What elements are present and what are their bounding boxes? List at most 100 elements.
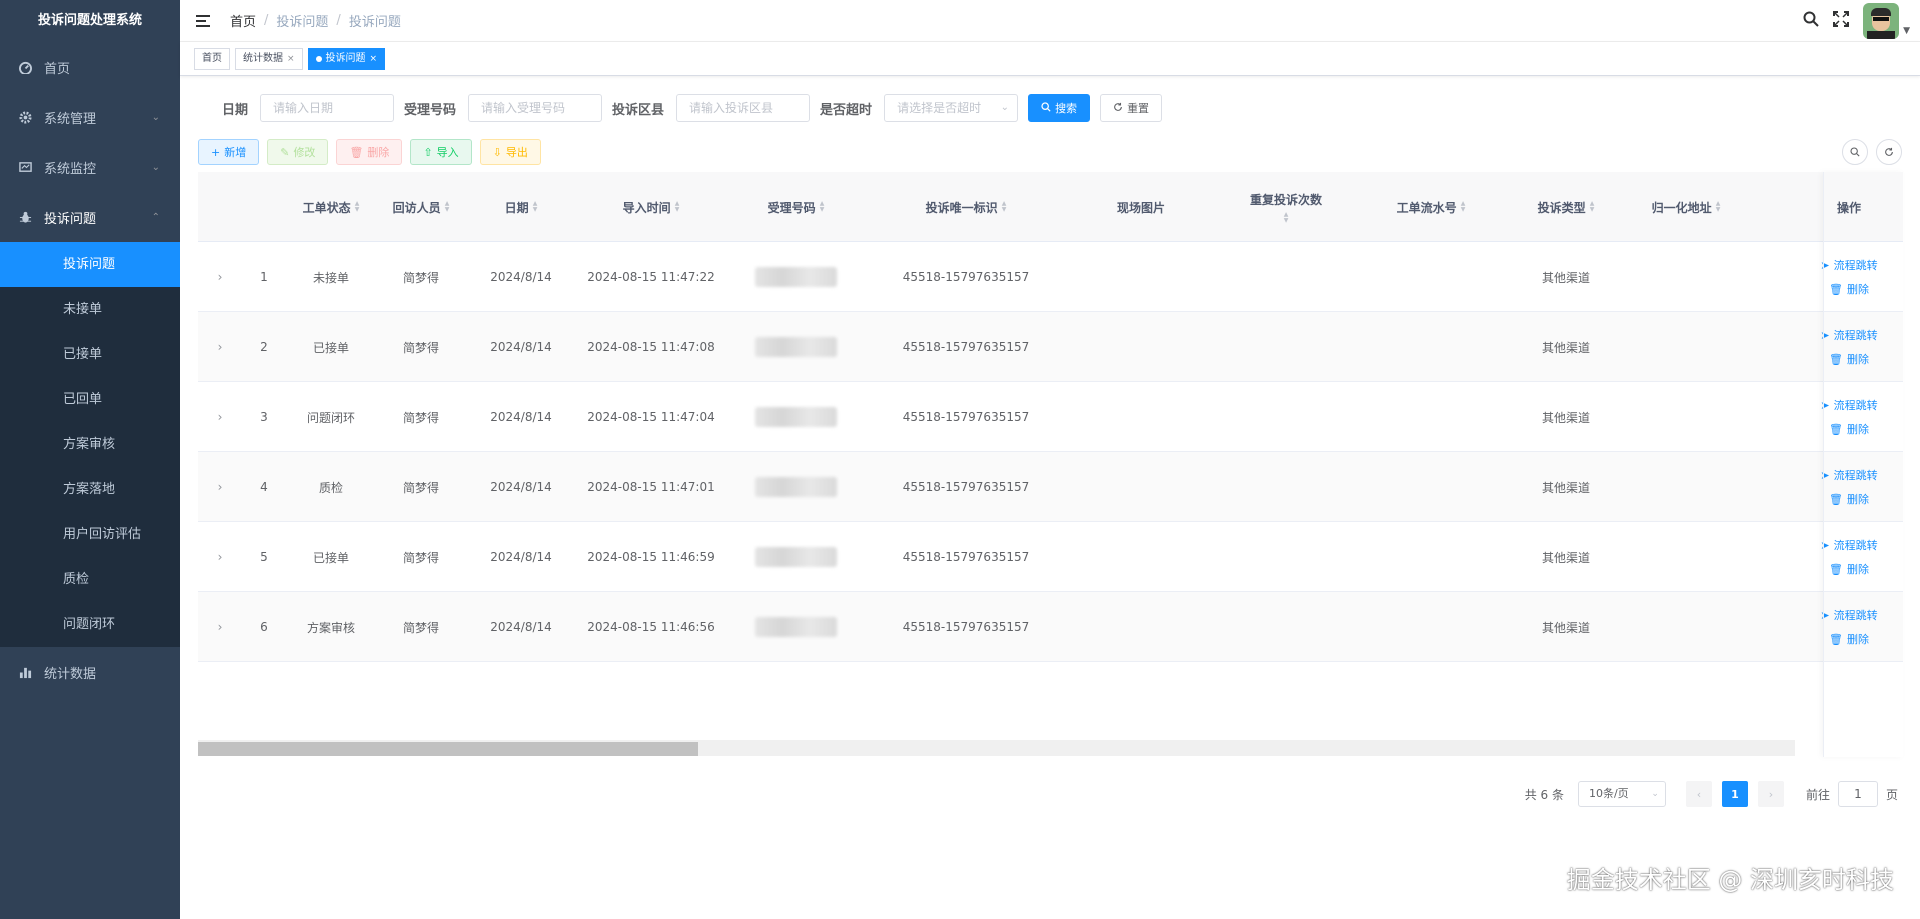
sort-icon: ▲ ▼	[674, 200, 680, 213]
goto-page: 前往 1 页	[1806, 781, 1898, 807]
sidebar-sub-complaints[interactable]: 投诉问题	[0, 242, 180, 287]
goto-label: 前往	[1805, 787, 1830, 802]
prev-page-button[interactable]: ‹	[1685, 781, 1712, 807]
upload-icon: ⇧	[423, 145, 433, 159]
accept-number-input[interactable]: 请输入受理号码	[468, 94, 603, 122]
close-icon[interactable]: ×	[370, 49, 378, 69]
cell-accept-number-redacted	[726, 592, 866, 662]
sidebar-sub-not-accepted[interactable]: 未接单	[0, 287, 180, 332]
cell-type: 其他渠道	[1541, 410, 1590, 425]
sidebar-item-complaints[interactable]: 投诉问题 ⌃	[0, 192, 180, 242]
sort-icon: ▲ ▼	[444, 200, 450, 213]
expand-row-icon[interactable]: ›	[198, 382, 242, 452]
sidebar-sub-user-revisit[interactable]: 用户回访评估	[0, 512, 180, 557]
cell-unique-id: 45518-15797635157	[902, 270, 1030, 284]
cell-visitor: 简梦得	[402, 620, 439, 635]
close-icon[interactable]: ×	[287, 49, 295, 69]
edit-button-label: 修改	[293, 146, 316, 159]
header-actions: ▼	[1803, 0, 1910, 42]
chevron-down-icon: ⌄	[1000, 102, 1010, 113]
th-unique-id[interactable]: 投诉唯一标识 ▲ ▼	[866, 172, 1066, 242]
page-size-select[interactable]: 10条/页 ⌄	[1577, 781, 1666, 807]
tag-complaints[interactable]: 投诉问题 ×	[307, 47, 386, 70]
breadcrumb-home[interactable]: 首页	[230, 11, 256, 30]
sidebar-sub-accepted[interactable]: 已接单	[0, 332, 180, 377]
next-page-button[interactable]: ›	[1757, 781, 1784, 807]
fullscreen-icon[interactable]	[1833, 11, 1850, 31]
search-icon[interactable]	[1803, 11, 1819, 31]
chevron-down-icon: ⌄	[151, 161, 160, 173]
cell-import-time: 2024-08-15 11:47:08	[587, 340, 715, 354]
scrollbar-thumb[interactable]	[198, 742, 698, 756]
page-button[interactable]: 1	[1721, 781, 1748, 807]
table-row[interactable]: › 6 方案审核 简梦得 2024/8/14 2024-08-15 11:46:56 455…	[198, 592, 1903, 662]
sidebar-item-home[interactable]: 首页	[0, 42, 180, 92]
chevron-left-icon: ‹	[1696, 787, 1702, 801]
th-flow-number[interactable]: 工单流水号 ▲ ▼	[1356, 172, 1506, 242]
district-input[interactable]: 请输入投诉区县	[676, 94, 811, 122]
date-input[interactable]: 请输入日期	[260, 94, 395, 122]
expand-row-icon[interactable]: ›	[198, 522, 242, 592]
expand-row-icon[interactable]: ›	[198, 452, 242, 522]
reset-button[interactable]: 重置	[1100, 94, 1163, 122]
tag-statistics[interactable]: 统计数据 ×	[235, 47, 303, 70]
expand-row-icon[interactable]: ›	[198, 242, 242, 312]
table-row[interactable]: › 5 已接单 简梦得 2024/8/14 2024-08-15 11:46:59 4551…	[198, 522, 1903, 592]
cell-type: 其他渠道	[1541, 270, 1590, 285]
sidebar-item-statistics[interactable]: 统计数据	[0, 647, 180, 697]
caret-down-icon[interactable]: ▼	[1903, 26, 1910, 36]
add-button[interactable]: + 新增	[198, 139, 260, 165]
refresh-table-button[interactable]	[1876, 139, 1902, 165]
cell-import-time: 2024-08-15 11:47:04	[587, 410, 715, 424]
sidebar-sub-replied[interactable]: 已回单	[0, 377, 180, 422]
th-accept-number[interactable]: 受理号码 ▲ ▼	[726, 172, 866, 242]
trash-icon: 🗑	[349, 145, 364, 159]
sort-icon: ▲ ▼	[1283, 210, 1289, 224]
search-button[interactable]: 搜索	[1028, 94, 1091, 122]
timeout-select[interactable]: 请选择是否超时 ⌄	[884, 94, 1019, 122]
th-normalized-address[interactable]: 归一化地址 ▲ ▼	[1626, 172, 1746, 242]
th-import-time[interactable]: 导入时间 ▲ ▼	[576, 172, 726, 242]
sidebar-sub-issue-closed[interactable]: 问题闭环	[0, 602, 180, 647]
table-row[interactable]: › 1 未接单 简梦得 2024/8/14 2024-08-15 11:47:22 4551…	[198, 242, 1903, 312]
app-title: 投诉问题处理系统	[37, 13, 142, 28]
sidebar-item-label: 首页	[44, 61, 71, 77]
search-form: 日期 请输入日期 受理号码 请输入受理号码 投诉区县 请输入投诉区县 是否超时 …	[222, 94, 1172, 122]
chevron-down-icon: ⌄	[151, 111, 160, 123]
download-icon: ⇩	[492, 145, 502, 159]
cell-status: 质检	[318, 480, 343, 495]
th-date[interactable]: 日期 ▲ ▼	[466, 172, 576, 242]
th-status[interactable]: 工单状态 ▲ ▼	[286, 172, 376, 242]
hamburger-icon[interactable]	[196, 14, 212, 28]
table-row[interactable]: › 2 已接单 简梦得 2024/8/14 2024-08-15 11:47:08 4551…	[198, 312, 1903, 382]
delete-button[interactable]: 🗑 删除	[336, 139, 403, 165]
table-row[interactable]: › 3 问题闭环 简梦得 2024/8/14 2024-08-15 11:47:04 455…	[198, 382, 1903, 452]
table-row[interactable]: › 4 质检 简梦得 2024/8/14 2024-08-15 11:47:01 45518…	[198, 452, 1903, 522]
cell-visitor: 简梦得	[402, 550, 439, 565]
sidebar-sub-quality-check[interactable]: 质检	[0, 557, 180, 602]
expand-row-icon[interactable]: ›	[198, 592, 242, 662]
cell-date: 2024/8/14	[490, 270, 552, 284]
edit-button[interactable]: ✎ 修改	[267, 139, 329, 165]
th-visitor[interactable]: 回访人员 ▲ ▼	[376, 172, 466, 242]
horizontal-scrollbar[interactable]	[198, 740, 1795, 756]
avatar[interactable]	[1863, 3, 1900, 39]
cell-date: 2024/8/14	[490, 480, 552, 494]
export-button[interactable]: ⇩ 导出	[479, 139, 541, 165]
sidebar-sub-plan-landing[interactable]: 方案落地	[0, 467, 180, 512]
toggle-search-button[interactable]	[1842, 139, 1868, 165]
search-button-label: 搜索	[1055, 102, 1078, 115]
sidebar-item-system-management[interactable]: 系统管理 ⌄	[0, 92, 180, 142]
th-complaint-type[interactable]: 投诉类型 ▲ ▼	[1506, 172, 1626, 242]
import-button[interactable]: ⇧ 导入	[410, 139, 472, 165]
expand-row-icon[interactable]: ›	[198, 312, 242, 382]
goto-page-input[interactable]: 1	[1837, 781, 1878, 807]
cell-unique-id: 45518-15797635157	[902, 480, 1030, 494]
tag-home[interactable]: 首页	[194, 47, 230, 70]
sidebar-item-system-monitor[interactable]: 系统监控 ⌄	[0, 142, 180, 192]
timeout-label: 是否超时	[820, 102, 873, 118]
th-repeat-count[interactable]: 重复投诉次数 ▲ ▼	[1216, 172, 1356, 242]
sidebar-sub-plan-review[interactable]: 方案审核	[0, 422, 180, 467]
cell-visitor: 简梦得	[402, 270, 439, 285]
cell-type: 其他渠道	[1541, 620, 1590, 635]
